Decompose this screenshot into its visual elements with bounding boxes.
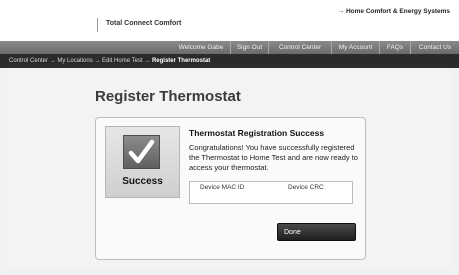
device-info-box: Device MAC ID Device CRC (189, 181, 353, 204)
done-button[interactable]: Done (277, 223, 356, 241)
top-header: Total Connect Comfort → Home Comfort & E… (0, 0, 459, 41)
nav-my-account[interactable]: My Account (332, 41, 379, 54)
checkmark-icon (123, 135, 160, 169)
brand-divider (97, 18, 98, 32)
nav-sign-out[interactable]: Sign Out (231, 41, 268, 54)
brand-name: Total Connect Comfort (106, 20, 182, 27)
success-label: Success (122, 176, 163, 187)
nav-contact-us[interactable]: Contact Us (411, 41, 459, 54)
welcome-text: Welcome Gabe (178, 44, 224, 51)
main-nav: Welcome Gabe Sign Out Control Center My … (0, 41, 459, 54)
device-crc-label: Device CRC (288, 184, 324, 191)
breadcrumb-path[interactable]: Control Center → My Locations → Edit Hom… (9, 58, 152, 64)
success-panel: Success (105, 126, 180, 198)
registration-message: Congratulations! You have successfully r… (189, 143, 358, 172)
nav-faqs[interactable]: FAQs (380, 41, 410, 54)
page-title: Register Thermostat (95, 88, 241, 105)
breadcrumb-trail: Control Center → My Locations → Edit Hom… (9, 54, 210, 68)
registration-title: Thermostat Registration Success (189, 128, 325, 138)
checkmark-glyph (128, 139, 155, 164)
breadcrumb: Control Center → My Locations → Edit Hom… (0, 54, 459, 68)
breadcrumb-current: Register Thermostat (151, 58, 211, 64)
nav-control-center[interactable]: Control Center (269, 41, 331, 54)
home-comfort-link[interactable]: → Home Comfort & Energy Systems (338, 8, 450, 15)
device-mac-label: Device MAC ID (200, 184, 245, 191)
